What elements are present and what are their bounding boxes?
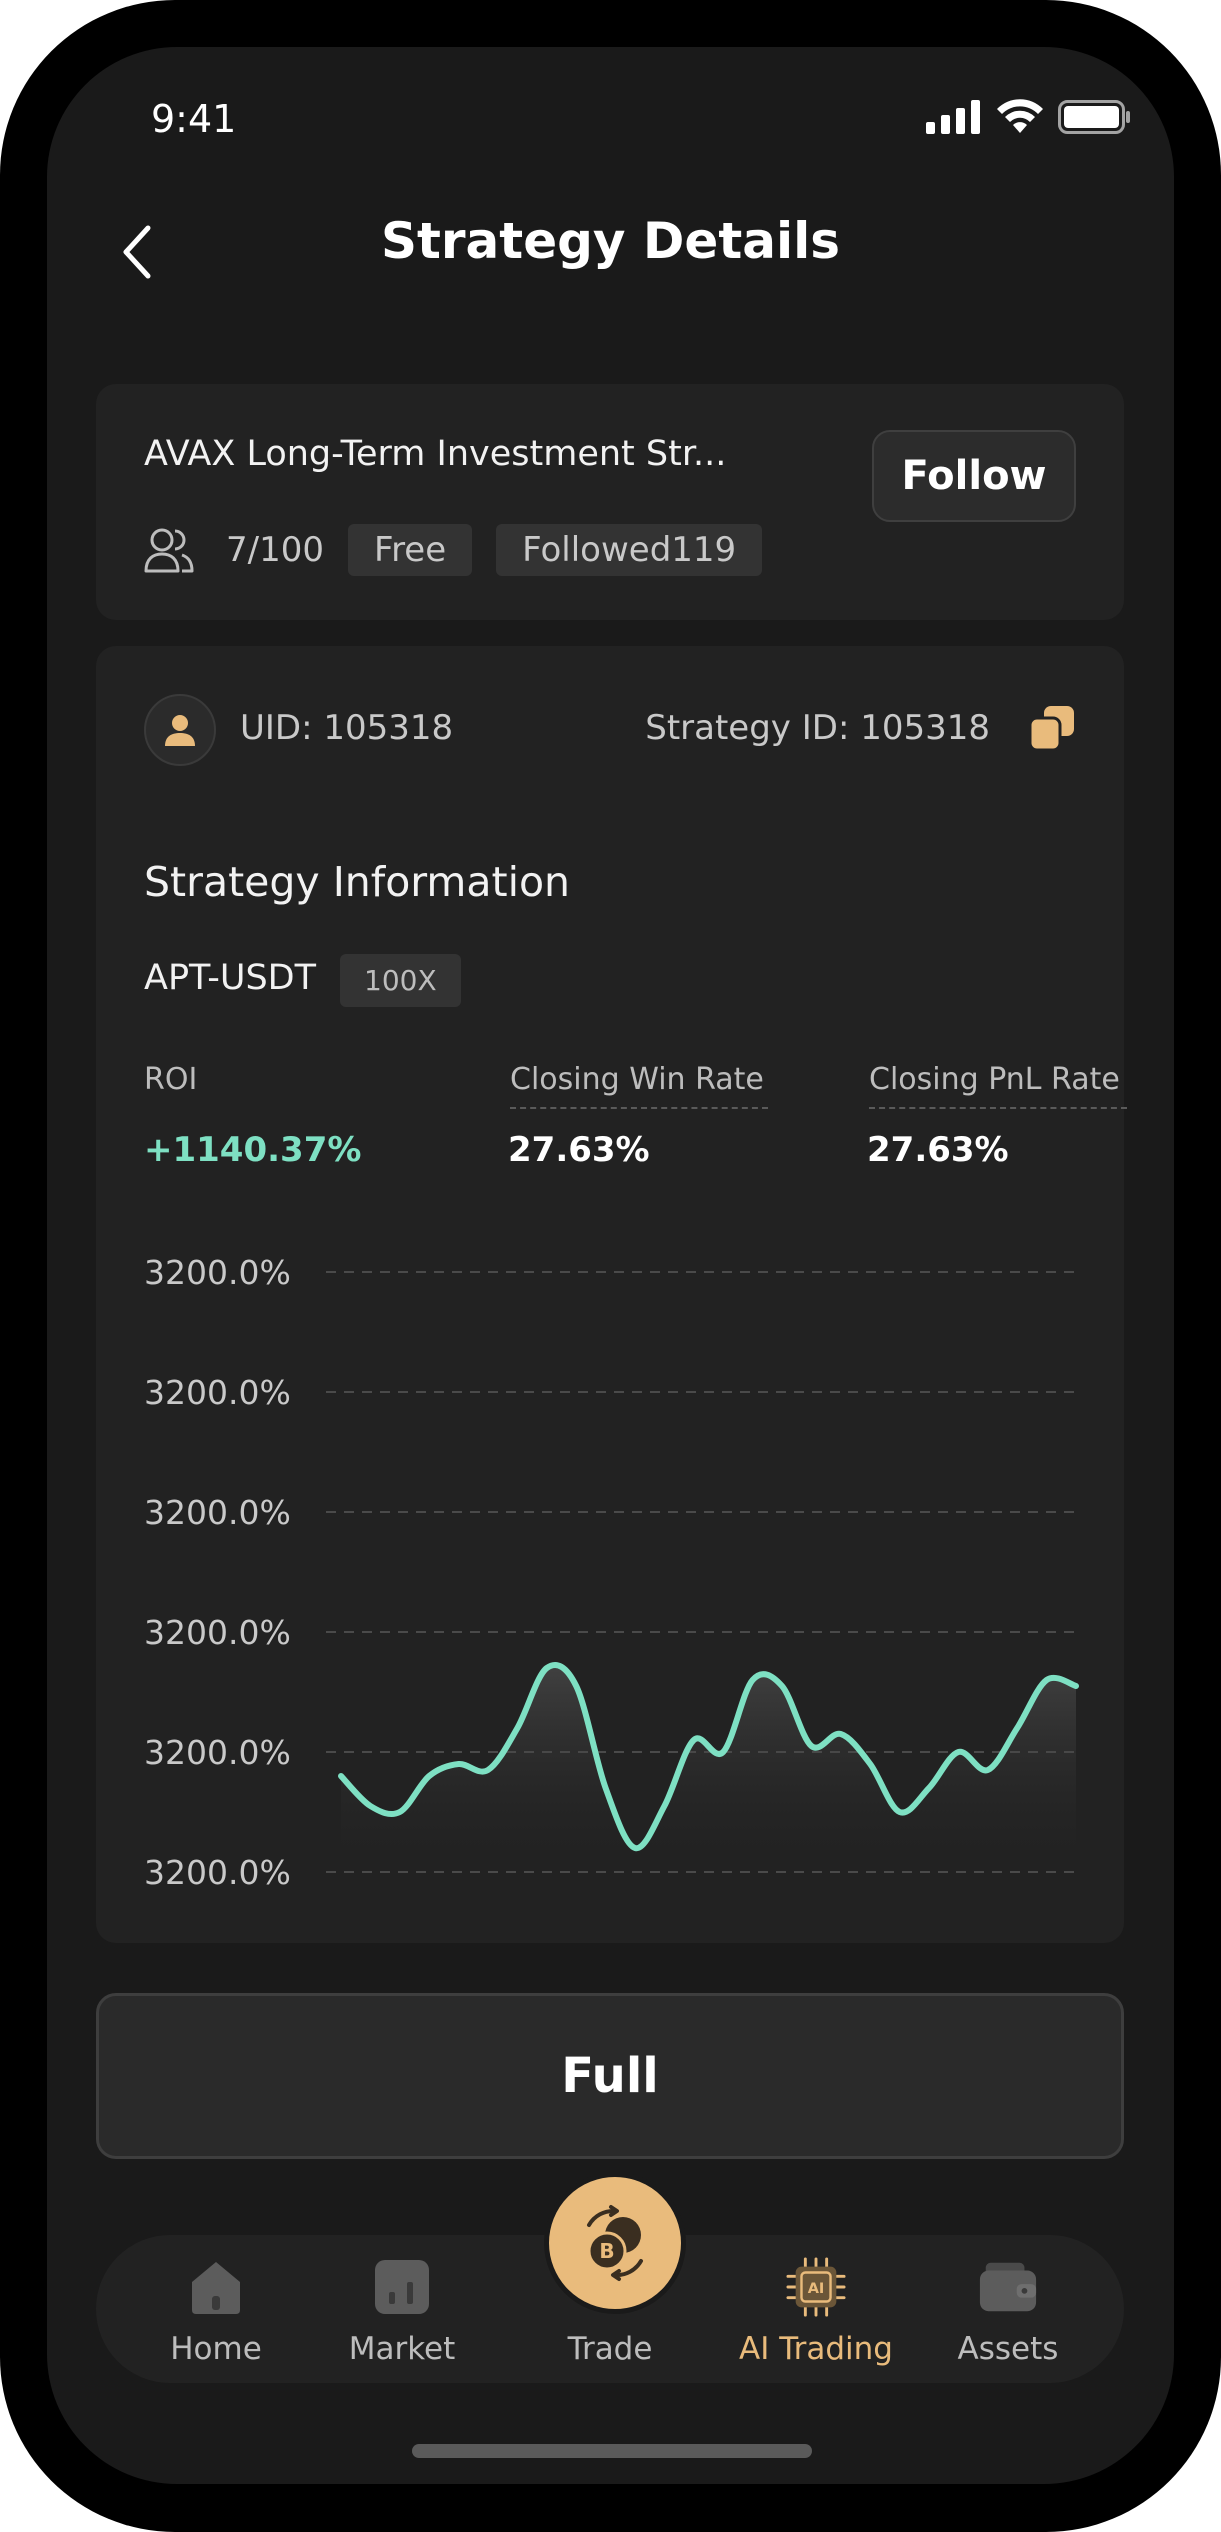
win-rate-value: 27.63% (508, 1130, 650, 1170)
pnl-rate-value: 27.63% (867, 1130, 1009, 1170)
follow-button[interactable]: Follow (872, 430, 1076, 522)
free-tag: Free (347, 524, 473, 576)
battery-icon (1058, 100, 1130, 134)
y-tick-label: 3200.0% (144, 1613, 291, 1652)
full-button[interactable]: Full (96, 1993, 1124, 2159)
roi-chart: 3200.0% 3200.0% 3200.0% 3200.0% 3200.0% 3200.… (144, 1253, 1079, 1886)
trade-button[interactable]: B (544, 2172, 686, 2314)
tab-market[interactable]: Market (302, 2235, 502, 2383)
avatar (144, 694, 216, 766)
strategy-meta: 7/100 Free Followed119 (144, 524, 763, 576)
section-title: Strategy Information (144, 858, 571, 906)
strategy-id: Strategy ID: 105318 (645, 708, 990, 748)
tab-trade-label: Trade (567, 2331, 653, 2367)
phone-frame: 9:41 Strategy Details AVAX Long-Term Inv… (0, 0, 1221, 2532)
strategy-card: AVAX Long-Term Investment Str... Follow … (96, 384, 1124, 620)
wallet-icon (979, 2262, 1037, 2312)
copy-icon[interactable] (1028, 704, 1076, 752)
status-time: 9:41 (151, 97, 237, 141)
tab-home[interactable]: Home (116, 2235, 316, 2383)
home-icon (192, 2262, 240, 2314)
users-icon (144, 528, 194, 573)
win-rate-label[interactable]: Closing Win Rate (510, 1062, 768, 1109)
y-tick-label: 3200.0% (144, 1373, 291, 1412)
tab-ai-trading[interactable]: AI AI Trading (716, 2235, 916, 2383)
y-tick-label: 3200.0% (144, 1733, 291, 1772)
page-title: Strategy Details (380, 212, 840, 270)
tab-ai-trading-label: AI Trading (739, 2331, 893, 2367)
user-uid: UID: 105318 (240, 708, 454, 748)
y-tick-label: 3200.0% (144, 1253, 291, 1292)
tab-assets[interactable]: Assets (908, 2235, 1108, 2383)
home-indicator (412, 2444, 812, 2458)
wifi-icon (997, 99, 1043, 133)
signal-icon (926, 100, 980, 134)
strategy-info-card: UID: 105318 Strategy ID: 105318 Strategy… (96, 646, 1127, 1943)
roi-label: ROI (144, 1062, 198, 1097)
status-icons (926, 99, 1132, 135)
roi-area-fill (341, 1665, 1076, 1872)
svg-text:AI: AI (808, 2281, 825, 2297)
trading-pair: APT-USDT (144, 958, 317, 998)
user-icon (165, 715, 195, 746)
tab-assets-label: Assets (957, 2331, 1059, 2367)
trade-coin-icon: B (587, 2205, 643, 2281)
followed-tag: Followed119 (496, 524, 763, 576)
screen: 9:41 Strategy Details AVAX Long-Term Inv… (47, 47, 1174, 2484)
pnl-rate-label[interactable]: Closing PnL Rate (869, 1062, 1127, 1109)
tab-home-label: Home (170, 2331, 262, 2367)
tab-market-label: Market (348, 2331, 456, 2367)
followers-count: 7/100 (226, 530, 324, 570)
market-icon (375, 2260, 429, 2314)
strategy-name: AVAX Long-Term Investment Str... (144, 434, 727, 474)
ai-chip-icon: AI (786, 2257, 846, 2317)
y-tick-label: 3200.0% (144, 1853, 291, 1886)
y-tick-label: 3200.0% (144, 1493, 291, 1532)
leverage-badge: 100X (340, 954, 461, 1007)
svg-text:B: B (599, 2239, 614, 2263)
roi-value: +1140.37% (144, 1130, 362, 1170)
